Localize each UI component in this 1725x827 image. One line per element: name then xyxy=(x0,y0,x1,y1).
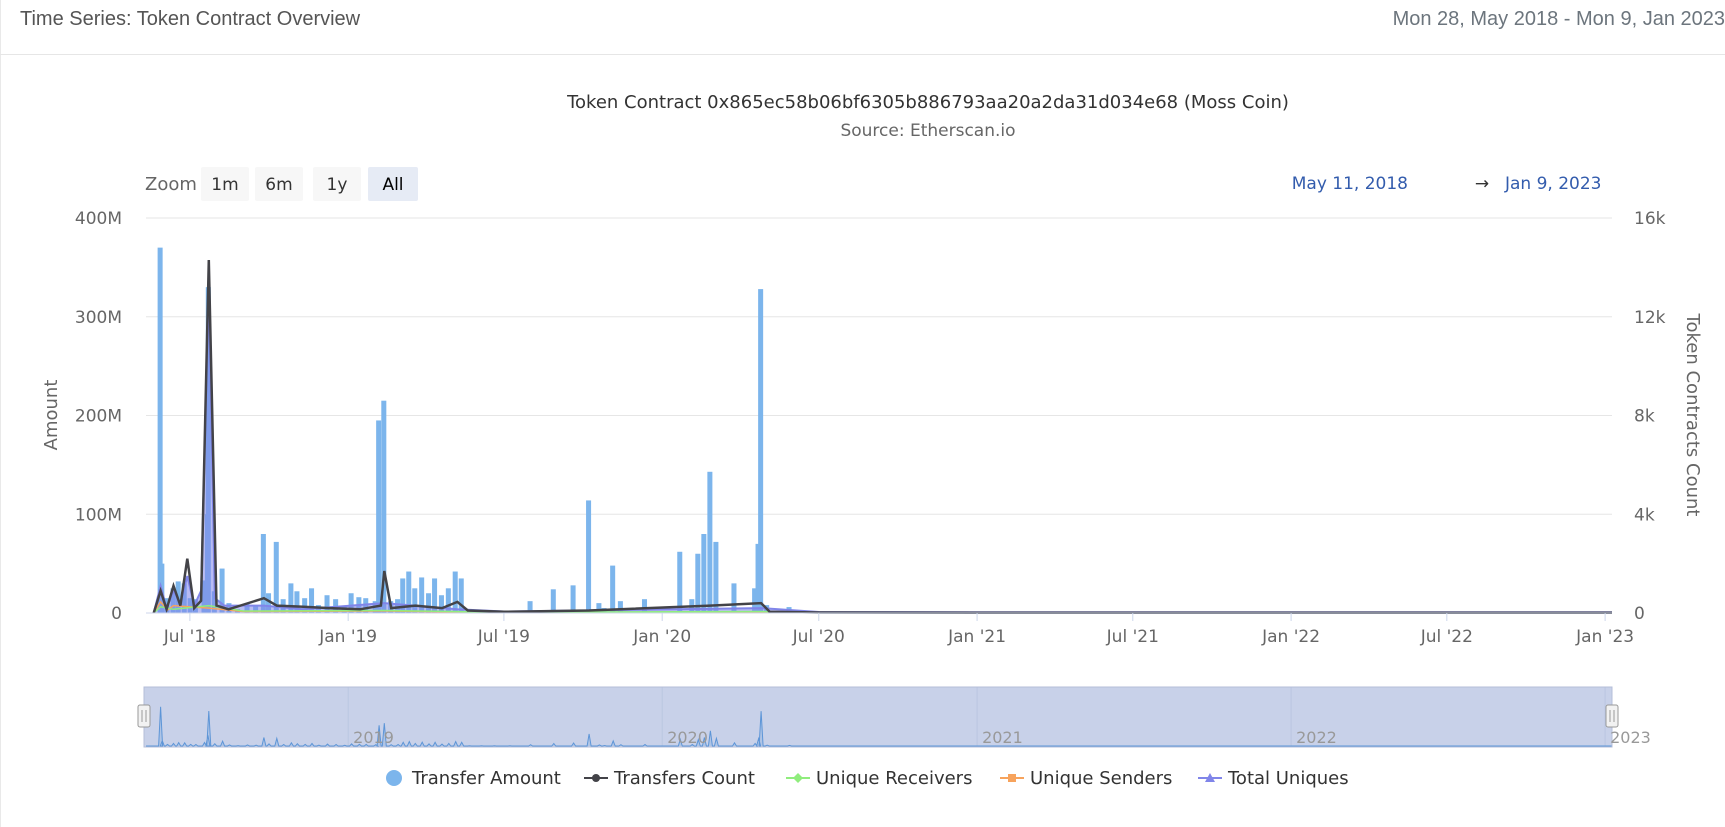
line-total-uniques xyxy=(152,287,1612,614)
series-transfers-count xyxy=(152,259,1612,615)
zoom-All-button[interactable]: All xyxy=(368,167,418,201)
navigator-label: 2021 xyxy=(982,728,1023,747)
legend-symbol-circle xyxy=(386,770,402,786)
y-axis-right: 0 4k 8k 12k 16k xyxy=(1634,209,1666,624)
zoom-6m-button[interactable]: 6m xyxy=(255,167,303,201)
zoom-button-label: 1m xyxy=(211,175,238,195)
x-tick-label: Jan '22 xyxy=(1261,627,1320,647)
y-tick-label-right: 12k xyxy=(1634,308,1666,328)
legend-label: Unique Receivers xyxy=(816,768,972,789)
chart-subtitle: Source: Etherscan.io xyxy=(840,121,1015,141)
zoom-button-label: 6m xyxy=(265,175,292,195)
range-display: May 11, 2018 → Jan 9, 2023 xyxy=(1292,174,1602,194)
legend-item-total-uniques[interactable]: Total Uniques xyxy=(1198,768,1349,789)
y-tick-label-left: 300M xyxy=(75,308,122,328)
x-axis: Jul '18 Jan '19 Jul '19 Jan '20 Jul '20 Jan '… xyxy=(163,613,1634,647)
y-axis-left-title: Amount xyxy=(41,380,62,451)
range-arrow: → xyxy=(1475,174,1489,194)
bar-transfer-amount xyxy=(260,534,266,613)
bar-transfer-amount xyxy=(157,247,163,613)
chart-container: Token Contract 0x865ec58b06bf6305b886793… xyxy=(41,92,1703,789)
x-tick-label: Jul '20 xyxy=(792,627,845,647)
y-tick-label-right: 4k xyxy=(1634,505,1655,525)
legend: Transfer Amount Transfers Count Unique Rec… xyxy=(386,768,1349,789)
x-tick-label: Jul '21 xyxy=(1106,627,1159,647)
legend-marker-diamond xyxy=(793,773,803,783)
bar-transfer-amount xyxy=(570,585,576,613)
legend-item-unique-receivers[interactable]: Unique Receivers xyxy=(786,768,972,789)
legend-label: Unique Senders xyxy=(1030,768,1172,789)
y-tick-label-left: 400M xyxy=(75,209,122,229)
legend-marker-circle xyxy=(592,774,600,782)
y-tick-label-left: 0 xyxy=(111,604,122,624)
bar-transfer-amount xyxy=(713,541,719,613)
y-tick-label-right: 8k xyxy=(1634,407,1655,427)
legend-marker-square xyxy=(1008,774,1016,782)
navigator-label: 2019 xyxy=(353,728,394,747)
x-tick-label: Jan '23 xyxy=(1575,627,1634,647)
navigator-label: 2022 xyxy=(1296,728,1337,747)
bar-transfer-amount xyxy=(695,553,701,613)
legend-item-transfer-amount[interactable]: Transfer Amount xyxy=(386,768,561,789)
y-tick-label-left: 200M xyxy=(75,407,122,427)
zoom-button-label: 1y xyxy=(327,175,348,195)
bar-transfer-amount xyxy=(586,500,592,613)
x-tick-label: Jul '19 xyxy=(477,627,530,647)
x-tick-label: Jan '20 xyxy=(632,627,691,647)
bar-transfer-amount xyxy=(677,551,683,613)
line-transfers-count xyxy=(152,259,1612,615)
navigator: 2019 2020 2021 2022 2023 xyxy=(137,686,1651,748)
series-total-uniques xyxy=(152,287,1613,614)
navigator-label: 2023 xyxy=(1610,728,1651,747)
y-tick-label-left: 100M xyxy=(75,505,122,525)
bar-transfer-amount xyxy=(707,471,713,613)
x-tick-label: Jan '21 xyxy=(947,627,1006,647)
bar-transfer-amount xyxy=(376,420,382,613)
legend-label: Transfers Count xyxy=(613,768,755,789)
range-from[interactable]: May 11, 2018 xyxy=(1292,174,1408,194)
x-tick-label: Jul '22 xyxy=(1420,627,1473,647)
series-transfer-amount xyxy=(157,247,792,613)
legend-label: Total Uniques xyxy=(1227,768,1349,789)
bar-transfer-amount xyxy=(610,565,616,613)
gridlines xyxy=(146,217,1612,515)
y-axis-right-title: Token Contracts Count xyxy=(1682,313,1703,517)
bar-transfer-amount xyxy=(758,289,764,613)
chart-title: Token Contract 0x865ec58b06bf6305b886793… xyxy=(566,92,1289,113)
zoom-1y-button[interactable]: 1y xyxy=(313,167,361,201)
x-tick-label: Jul '18 xyxy=(163,627,216,647)
range-to[interactable]: Jan 9, 2023 xyxy=(1504,174,1602,194)
navigator-handle-right[interactable] xyxy=(1605,704,1619,728)
navigator-label: 2020 xyxy=(667,728,708,747)
zoom-1m-button[interactable]: 1m xyxy=(201,167,249,201)
y-axis-left: 0 100M 200M 300M 400M xyxy=(75,209,122,624)
bar-transfer-amount xyxy=(273,541,279,613)
y-tick-label-right: 16k xyxy=(1634,209,1666,229)
area-total-uniques xyxy=(153,287,1613,613)
zoom-label: Zoom xyxy=(145,174,197,195)
bar-transfer-amount xyxy=(701,534,707,613)
legend-label: Transfer Amount xyxy=(411,768,561,789)
legend-item-transfers-count[interactable]: Transfers Count xyxy=(584,768,755,789)
bar-transfer-amount xyxy=(550,589,556,613)
y-tick-label-right: 0 xyxy=(1634,604,1645,624)
zoom-button-label: All xyxy=(382,175,403,195)
legend-item-unique-senders[interactable]: Unique Senders xyxy=(1000,768,1172,789)
plot-area xyxy=(152,247,1613,615)
x-tick-label: Jan '19 xyxy=(318,627,377,647)
bar-transfer-amount xyxy=(452,571,458,613)
navigator-handle-left[interactable] xyxy=(137,704,151,728)
zoom-button-group: 1m 6m 1y All xyxy=(201,167,418,201)
